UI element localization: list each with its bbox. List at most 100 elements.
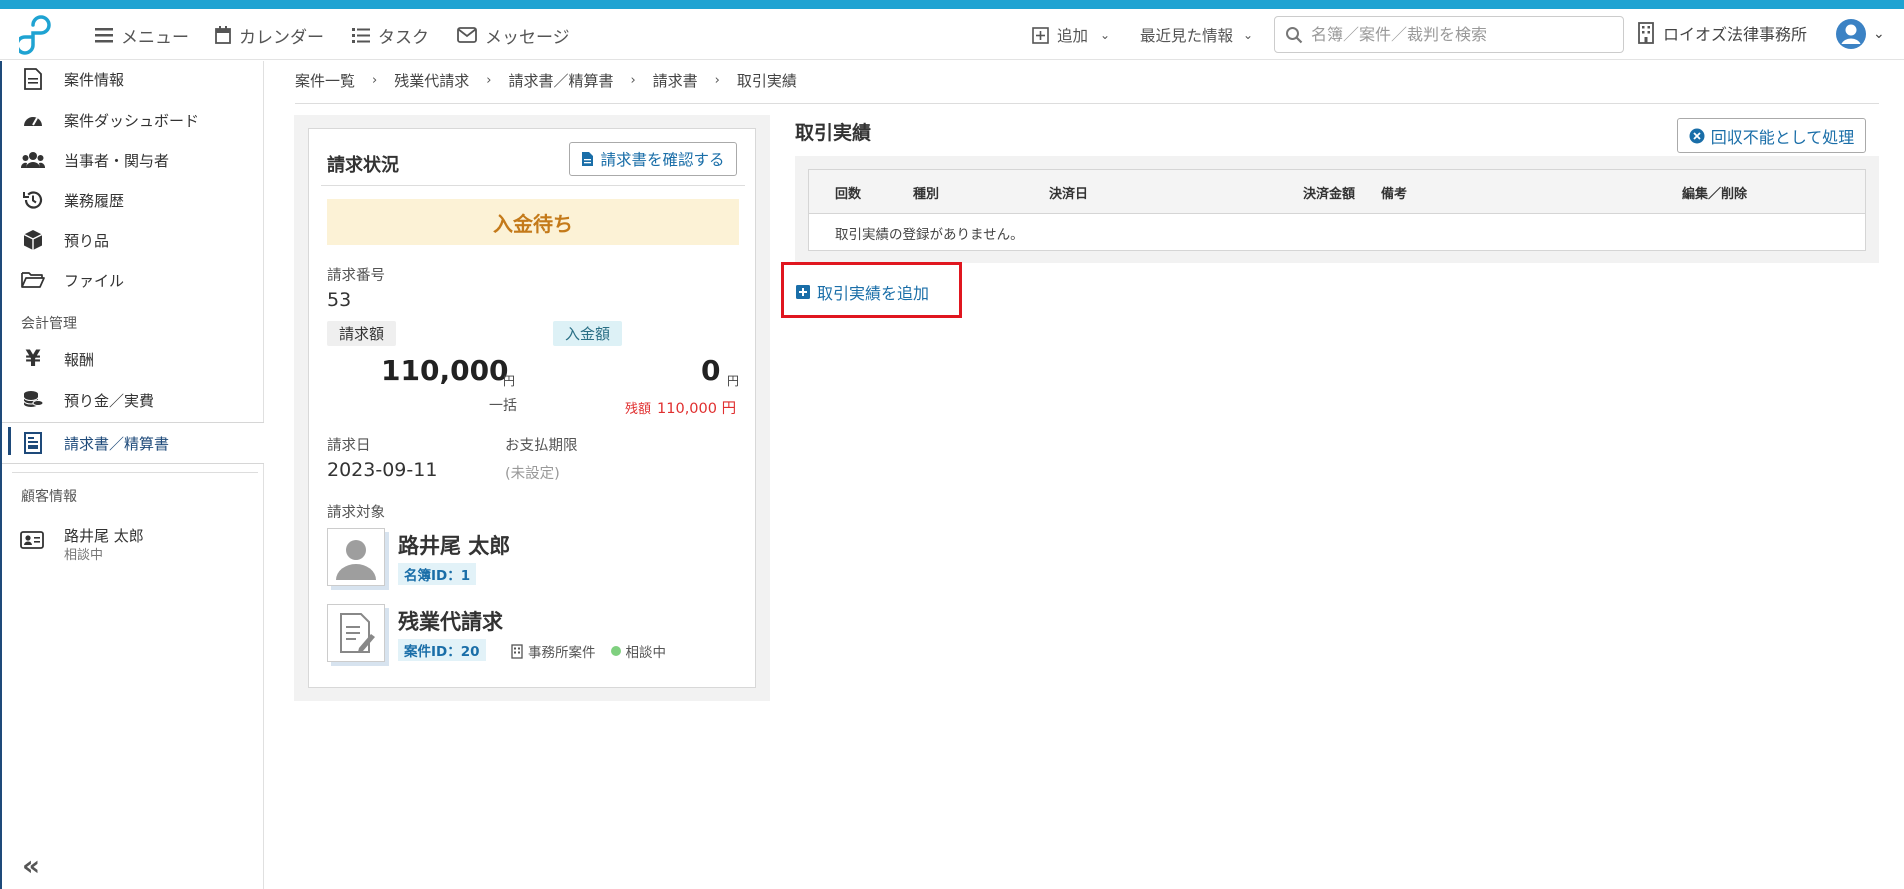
sidebar-item-parties[interactable]: 当事者・関与者: [2, 142, 264, 178]
sidebar-item-history[interactable]: 業務履歴: [2, 182, 264, 218]
office-name: ロイオズ法律事務所: [1663, 25, 1808, 44]
nav-tasks-label: タスク: [378, 27, 429, 48]
sidebar-item-advances[interactable]: 預り金／実費: [2, 382, 264, 418]
hamburger-icon: [95, 28, 113, 43]
sidebar: 案件情報 案件ダッシュボード 当事者・関与者 業務履歴 預り品 ファイル 会計管…: [0, 61, 264, 889]
payment-type: 一括: [489, 398, 517, 414]
plus-square-icon: [1032, 26, 1049, 44]
table-header: 回数 種別 決済日 決済金額 備考 編集／削除: [809, 170, 1865, 214]
nav-messages[interactable]: メッセージ: [457, 22, 570, 48]
sidebar-item-label: 案件ダッシュボード: [64, 111, 200, 130]
sidebar-item-case-info[interactable]: 案件情報: [2, 61, 264, 97]
folder-icon: [20, 267, 46, 293]
building-icon: [511, 643, 523, 659]
confirm-invoice-button[interactable]: 請求書を確認する: [569, 142, 737, 176]
app-logo-icon[interactable]: [19, 15, 59, 55]
search-input[interactable]: [1311, 25, 1601, 44]
empty-table-message: 取引実績の登録がありません。: [835, 227, 1024, 243]
billing-target-person[interactable]: 路井尾 太郎 名簿ID：1: [327, 528, 747, 588]
case-id-badge: 案件ID：20: [398, 639, 486, 661]
breadcrumb-separator-icon: ›: [630, 73, 636, 88]
nav-messages-label: メッセージ: [485, 27, 570, 48]
due-date-label: お支払期限: [505, 438, 578, 454]
top-stripe: [0, 0, 1904, 9]
sidebar-divider: [12, 472, 258, 473]
case-document-icon: [327, 604, 385, 662]
recent-dropdown[interactable]: 最近見た情報 ⌄: [1140, 22, 1253, 48]
billed-amount-label: 請求額: [327, 321, 397, 346]
billing-target-label: 請求対象: [327, 505, 385, 521]
office-switcher[interactable]: ロイオズ法律事務所: [1637, 21, 1807, 45]
column-header-type: 種別: [913, 187, 940, 202]
add-transaction-label: 取引実績を追加: [817, 284, 930, 303]
column-header-notes: 備考: [1381, 187, 1408, 202]
search-box[interactable]: [1274, 16, 1624, 53]
breadcrumb-separator-icon: ›: [714, 73, 720, 88]
envelope-icon: [457, 27, 477, 43]
sidebar-item-fees[interactable]: ¥ 報酬: [2, 341, 264, 377]
document-icon: [20, 66, 46, 92]
breadcrumb-item-current: 取引実績: [736, 72, 797, 90]
column-header-edit-delete: 編集／削除: [1682, 187, 1748, 202]
person-id-badge: 名簿ID：1: [398, 563, 477, 585]
building-icon: [1638, 22, 1654, 44]
file-icon: [582, 152, 594, 166]
person-name: 路井尾 太郎: [398, 534, 511, 558]
breadcrumb: 案件一覧 › 残業代請求 › 請求書／精算書 › 請求書 › 取引実績: [295, 70, 797, 91]
yen-icon: ¥: [25, 346, 41, 372]
sidebar-item-label: 業務履歴: [64, 191, 125, 210]
section-client: 顧客情報: [21, 489, 77, 505]
nav-menu[interactable]: メニュー: [95, 22, 189, 48]
transactions-table: 回数 種別 決済日 決済金額 備考 編集／削除 取引実績の登録がありません。: [808, 169, 1866, 251]
breadcrumb-item-invoice[interactable]: 請求書: [653, 70, 698, 91]
payment-status-badge: 入金待ち: [327, 199, 739, 245]
sidebar-item-dashboard[interactable]: 案件ダッシュボード: [2, 102, 264, 138]
collapse-sidebar-icon[interactable]: «: [22, 849, 40, 882]
column-header-amount: 決済金額: [1303, 187, 1356, 202]
sidebar-item-files[interactable]: ファイル: [2, 262, 264, 298]
billing-target-case[interactable]: 残業代請求 案件ID：20 事務所案件 相談中: [327, 604, 747, 664]
invoice-number: 53: [327, 289, 352, 311]
breadcrumb-item-case[interactable]: 残業代請求: [394, 70, 469, 91]
add-label: 追加: [1057, 27, 1089, 45]
case-status: 相談中: [625, 645, 667, 661]
list-icon: [352, 28, 370, 43]
sidebar-item-label: 案件情報: [64, 70, 125, 89]
nav-tasks[interactable]: タスク: [352, 22, 429, 48]
active-indicator: [8, 427, 11, 455]
breadcrumb-separator-icon: ›: [372, 73, 378, 88]
search-icon: [1286, 26, 1303, 43]
user-menu[interactable]: ⌄: [1835, 18, 1885, 50]
nav-menu-label: メニュー: [121, 27, 189, 48]
remaining-value: 110,000 円: [657, 401, 737, 417]
case-type: 事務所案件: [528, 645, 596, 661]
billed-amount: 110,000: [381, 354, 509, 387]
add-dropdown[interactable]: 追加 ⌄: [1032, 22, 1110, 48]
paid-amount: 0: [701, 354, 721, 387]
column-header-count: 回数: [835, 187, 862, 202]
breadcrumb-item-invoices[interactable]: 請求書／精算書: [508, 70, 613, 91]
case-meta: 事務所案件 相談中: [511, 641, 666, 661]
case-name: 残業代請求: [398, 610, 503, 634]
column-header-settlement-date: 決済日: [1049, 187, 1089, 202]
mark-uncollectable-label: 回収不能として処理: [1710, 127, 1855, 147]
sidebar-item-invoices[interactable]: 請求書／精算書: [2, 422, 264, 464]
id-card-icon: [20, 531, 44, 553]
box-icon: [20, 227, 46, 253]
recent-label: 最近見た情報: [1140, 27, 1234, 45]
breadcrumb-divider: [295, 103, 1879, 104]
breadcrumb-item-case-list[interactable]: 案件一覧: [295, 70, 355, 91]
avatar-icon: [1836, 19, 1866, 49]
invoice-status-title: 請求状況: [327, 155, 399, 176]
invoice-date-label: 請求日: [327, 438, 371, 454]
invoice-icon: [20, 430, 46, 456]
sidebar-item-deposits[interactable]: 預り品: [2, 222, 264, 258]
mark-uncollectable-button[interactable]: 回収不能として処理: [1677, 118, 1866, 153]
nav-calendar[interactable]: カレンダー: [215, 22, 324, 48]
add-transaction-link[interactable]: 取引実績を追加: [796, 280, 929, 304]
section-accounting: 会計管理: [21, 316, 77, 332]
history-icon: [20, 187, 46, 213]
invoice-status-panel: 請求状況 請求書を確認する 入金待ち 請求番号 53 請求額 入金額 110,0…: [308, 128, 756, 688]
users-icon: [20, 147, 46, 173]
sidebar-client-entry[interactable]: 路井尾 太郎 相談中: [2, 523, 264, 563]
